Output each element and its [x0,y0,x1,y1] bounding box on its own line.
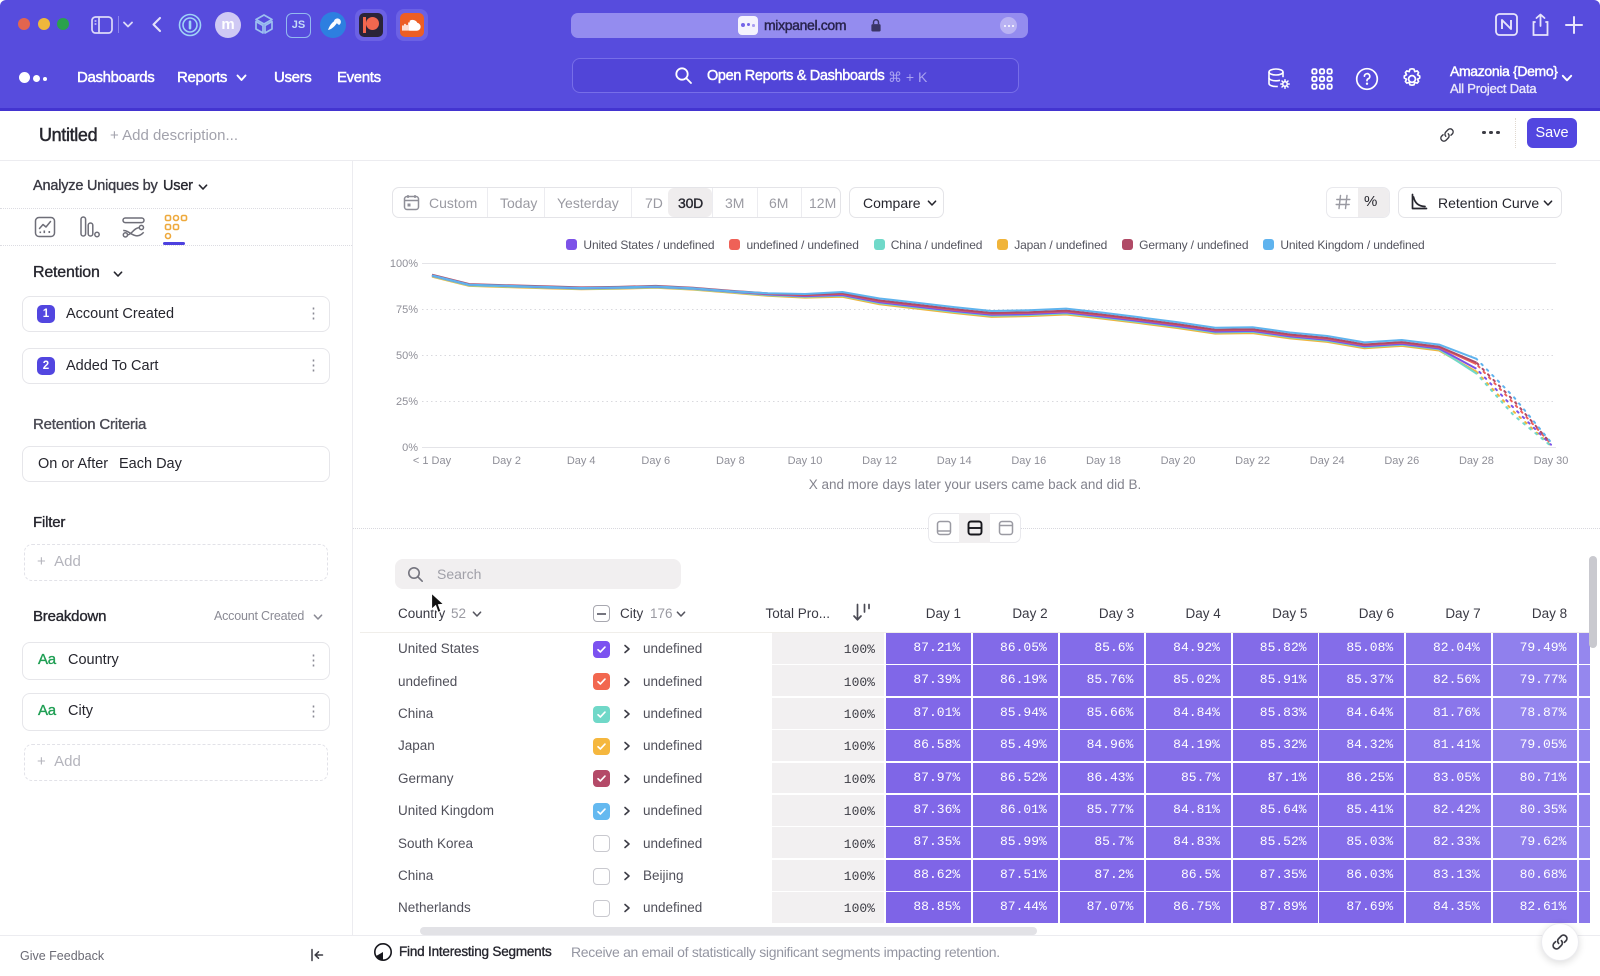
svg-text:50%: 50% [396,350,418,362]
svg-text:< 1 Day: < 1 Day [413,455,452,467]
svg-text:Day 28: Day 28 [1459,455,1494,467]
svg-text:Day 30: Day 30 [1534,455,1569,467]
svg-text:Day 22: Day 22 [1235,455,1270,467]
svg-text:Day 6: Day 6 [641,455,670,467]
svg-text:Day 14: Day 14 [937,455,972,467]
svg-text:Day 4: Day 4 [567,455,596,467]
svg-text:Day 12: Day 12 [862,455,897,467]
svg-text:25%: 25% [396,396,418,408]
svg-text:0%: 0% [402,442,418,454]
svg-text:Day 10: Day 10 [788,455,823,467]
svg-text:Day 20: Day 20 [1161,455,1196,467]
svg-text:Day 2: Day 2 [492,455,521,467]
svg-text:75%: 75% [396,304,418,316]
svg-text:Day 16: Day 16 [1011,455,1046,467]
svg-text:Day 8: Day 8 [716,455,745,467]
svg-text:Day 26: Day 26 [1384,455,1419,467]
svg-text:100%: 100% [390,258,418,270]
svg-text:Day 24: Day 24 [1310,455,1345,467]
svg-text:Day 18: Day 18 [1086,455,1121,467]
